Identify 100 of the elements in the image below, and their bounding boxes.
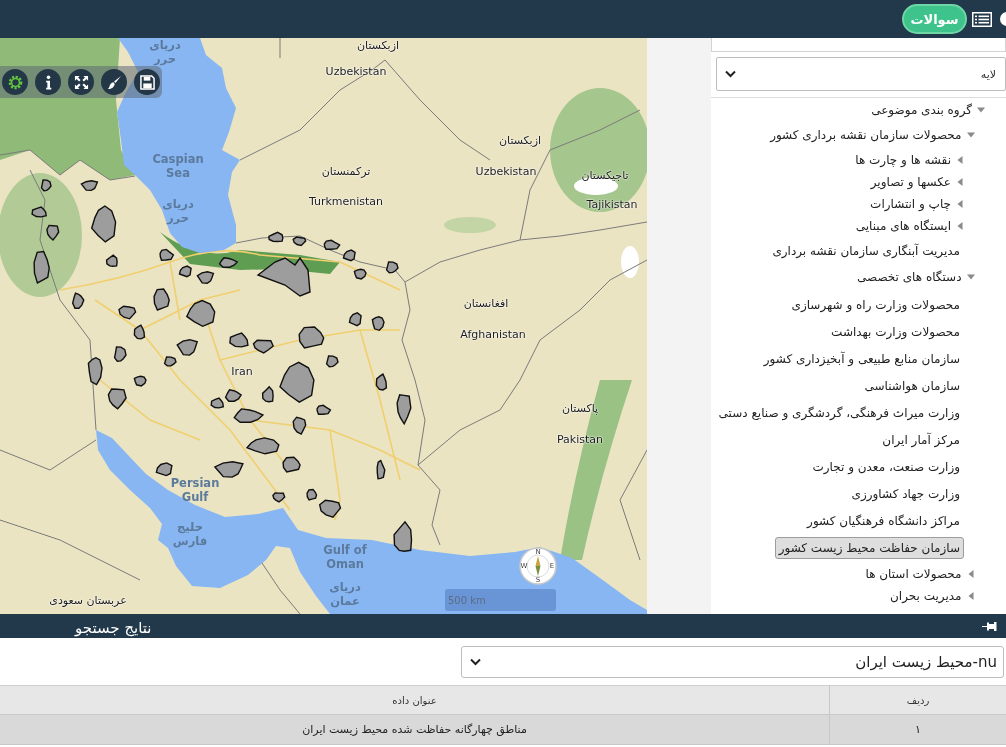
protected-area [90, 205, 117, 243]
protected-area [385, 261, 399, 274]
tree-group[interactable]: گروه بندی موضوعی [871, 102, 985, 118]
brush-icon [106, 74, 122, 90]
tree-group[interactable]: محصولات استان ها [865, 566, 975, 582]
protected-area [159, 248, 175, 261]
sea-label: حرر [153, 52, 176, 66]
protected-area [393, 520, 413, 552]
country-label: Uzbekistan [475, 165, 537, 179]
tree-group[interactable]: چاپ و انتشارات [870, 196, 964, 212]
protected-area [342, 249, 356, 262]
protected-area [261, 385, 274, 403]
tree-group[interactable]: دستگاه های تخصصی [857, 269, 975, 285]
protected-area [33, 250, 50, 284]
sea-label: Sea [166, 166, 190, 180]
protected-area [292, 416, 307, 436]
tree-group[interactable]: ایستگاه های مبنایی [855, 218, 964, 234]
table-cell: ۱ [829, 715, 1006, 744]
tree-group[interactable]: مدیریت بحران [890, 588, 975, 604]
save-icon [139, 74, 155, 90]
tree-item[interactable]: وزارت جهاد کشاورزی [847, 482, 964, 505]
compass-icon [519, 547, 557, 585]
sea-label: فارس [172, 534, 208, 548]
tree-group[interactable]: عکسها و تصاویر [870, 174, 964, 190]
protected-area [375, 373, 388, 391]
country-label: ترکمنستان [321, 165, 371, 179]
protected-area [371, 316, 385, 332]
country-label: پاکستان [561, 402, 599, 416]
list-icon[interactable] [972, 11, 992, 27]
sea-label: عمان [330, 594, 360, 608]
tree-item[interactable]: سازمان حفاظت محیط زیست کشور [774, 536, 964, 559]
protected-area [323, 239, 341, 250]
table-row[interactable]: ۱ مناطق چهارگانه حفاظت شده محیط زیست ایران [0, 715, 1006, 745]
tree-item[interactable]: محصولات وزارت بهداشت [827, 320, 964, 343]
protected-area [107, 388, 127, 410]
country-label: ازبکستان [356, 39, 400, 53]
country-label: افغانستان [463, 297, 509, 311]
protected-area [292, 236, 307, 247]
country-label: Afghanistan [460, 328, 526, 342]
country-label: ازبکستان [498, 134, 542, 148]
dataset-select[interactable]: nu-محیط زیست ایران [461, 645, 1004, 678]
protected-area [298, 326, 325, 349]
sea-label: Gulf [181, 490, 209, 504]
sea-label: دریای [162, 197, 194, 211]
tree-item[interactable]: وزارت میراث فرهنگی، گردشگری و صنایع دستی [714, 401, 964, 424]
protected-area [210, 397, 225, 409]
results-title: نتایج جستجو [75, 619, 152, 637]
tree-item[interactable]: سازمان هواشناسی [860, 374, 964, 397]
sea-label: حرر [166, 211, 189, 225]
chevron-down-icon [470, 657, 481, 666]
tree-item[interactable]: محصولات وزارت راه و شهرسازی [787, 293, 964, 316]
country-label: Tajikistan [586, 198, 638, 212]
tree-item[interactable]: وزارت صنعت، معدن و تجارت [808, 455, 964, 478]
country-label: Pakistan [556, 433, 604, 447]
tree-item[interactable]: مرکز آمار ایران [878, 428, 964, 451]
tree-item[interactable]: سازمان منابع طبیعی و آبخیزداری کشور [759, 347, 964, 370]
tree-item[interactable]: مدیریت آبنگاری سازمان نقشه برداری [768, 239, 964, 262]
protected-area [325, 355, 339, 368]
protected-area [40, 179, 52, 192]
tree-group[interactable]: محصولات سازمان نقشه برداری کشور [770, 127, 975, 143]
protected-area [348, 312, 362, 327]
protected-area [71, 292, 85, 309]
pin-icon[interactable] [982, 620, 997, 632]
protected-area [213, 461, 244, 478]
column-header: ردیف [829, 686, 1006, 714]
country-label: Iran [231, 365, 253, 379]
layer-select[interactable]: لایه [716, 57, 1006, 91]
sea-label: Persian [170, 476, 220, 490]
input-field[interactable] [711, 38, 1006, 52]
scale-bar: 500 km [445, 589, 556, 611]
protected-area [229, 332, 249, 348]
sea-label: حلیج [177, 520, 203, 534]
expand-icon [73, 74, 89, 90]
gear-icon [7, 74, 23, 90]
country-label: Turkmenistan [308, 195, 384, 209]
column-header: عنوان داده [391, 693, 438, 708]
protected-area [224, 389, 243, 402]
sea-label: دریای [149, 38, 181, 52]
sea-label: Oman [326, 557, 364, 571]
protected-area [80, 180, 99, 192]
protected-area [178, 265, 192, 278]
protected-area [155, 462, 173, 477]
country-label: عربستان سعودی [49, 594, 127, 608]
protected-area [113, 346, 127, 362]
country-label: Uzbekistan [325, 65, 387, 79]
vegetation-area [444, 217, 496, 233]
protected-area [31, 206, 47, 218]
tree-item[interactable]: مراکز دانشگاه فرهنگیان کشور [803, 509, 964, 532]
chevron-down-icon [725, 70, 736, 78]
table-cell-text: مناطق چهارگانه حفاظت شده محیط زیست ایران [301, 722, 528, 738]
protected-area [218, 256, 239, 268]
protected-area [105, 254, 118, 267]
protected-area [353, 268, 367, 280]
protected-area [256, 256, 311, 297]
protected-area [268, 231, 284, 243]
protected-area [133, 324, 146, 340]
snow-area [621, 246, 639, 278]
tree-group[interactable]: نقشه ها و چارت ها [855, 152, 964, 168]
country-label: تاجیکستان [581, 169, 629, 183]
protected-area [282, 456, 301, 473]
